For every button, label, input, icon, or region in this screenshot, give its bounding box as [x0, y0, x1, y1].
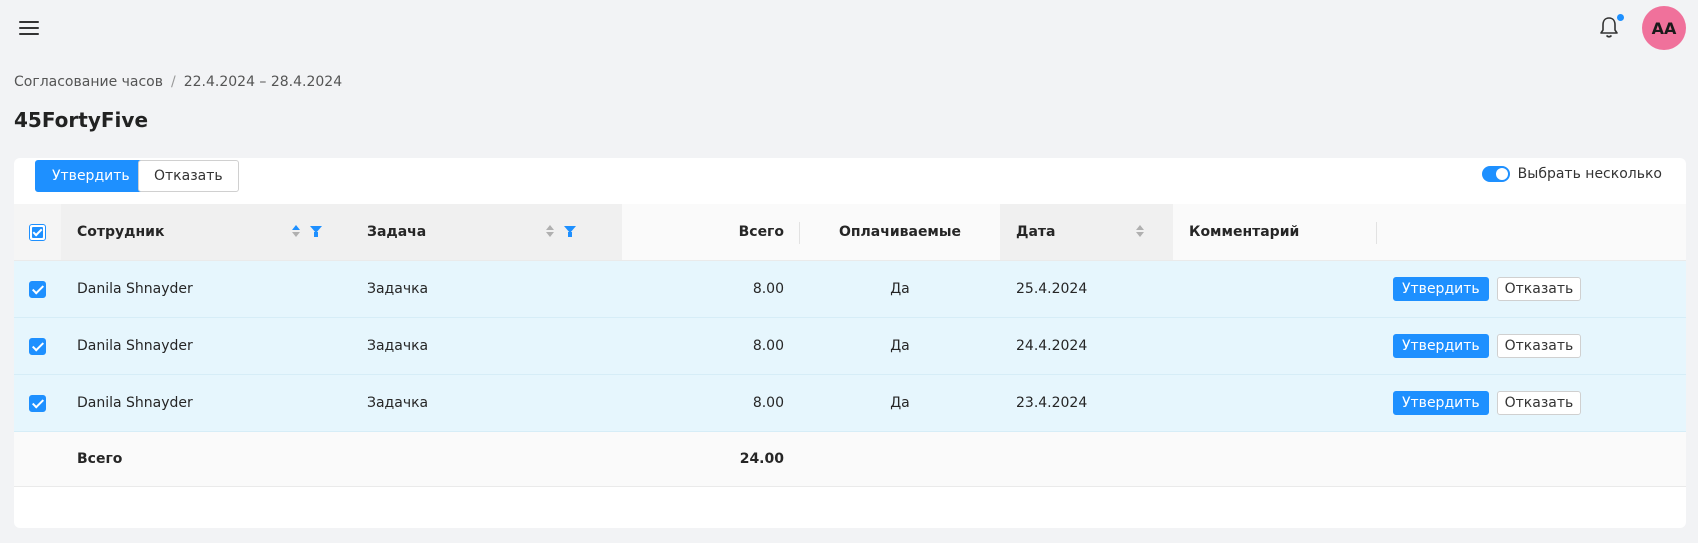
cell-date: 25.4.2024 — [1016, 281, 1088, 297]
table-header-row: Сотрудник Задача Всего Оплачиваемые Дата — [14, 204, 1686, 261]
select-all-checkbox[interactable] — [29, 223, 46, 241]
user-avatar[interactable]: AA — [1642, 6, 1686, 50]
breadcrumb: Согласование часов / 22.4.2024 – 28.4.2024 — [14, 74, 342, 90]
multi-select-toggle[interactable] — [1481, 166, 1510, 182]
cell-employee: Danila Shnayder — [77, 338, 193, 354]
page-title: 45FortyFive — [14, 108, 149, 132]
column-header-billable: Оплачиваемые — [800, 204, 1000, 260]
row-checkbox-cell — [14, 261, 61, 317]
cell-comment — [1173, 261, 1377, 317]
cell-billable: Да — [890, 395, 910, 411]
table-row[interactable]: Danila Shnayder Задачка 8.00 Да 25.4.202… — [14, 261, 1686, 318]
sort-task-icon[interactable] — [545, 225, 555, 239]
hamburger-menu-icon[interactable] — [18, 17, 42, 39]
row-reject-button[interactable]: Отказать — [1496, 277, 1582, 301]
column-header-comment: Комментарий — [1173, 204, 1377, 260]
cell-actions: Утвердить Отказать — [1377, 318, 1686, 374]
multi-select-label: Выбрать несколько — [1517, 166, 1662, 182]
filter-employee-icon[interactable] — [310, 226, 322, 238]
sort-date-icon[interactable] — [1135, 225, 1145, 239]
column-header-date-label: Дата — [1016, 224, 1056, 240]
column-header-employee[interactable]: Сотрудник — [61, 204, 351, 260]
table-row[interactable]: Danila Shnayder Задачка 8.00 Да 24.4.202… — [14, 318, 1686, 375]
cell-billable: Да — [890, 338, 910, 354]
cell-task: Задачка — [367, 338, 429, 354]
row-checkbox[interactable] — [29, 337, 46, 355]
column-header-date[interactable]: Дата — [1000, 204, 1173, 260]
column-header-total: Всего — [622, 204, 800, 260]
sort-employee-icon[interactable] — [291, 225, 301, 239]
column-header-task-label: Задача — [367, 224, 427, 240]
cell-comment — [1173, 318, 1377, 374]
notification-dot — [1617, 14, 1624, 21]
summary-label: Всего — [77, 451, 123, 467]
row-approve-button[interactable]: Утвердить — [1393, 391, 1489, 415]
row-checkbox[interactable] — [29, 394, 46, 412]
cell-employee: Danila Shnayder — [77, 395, 193, 411]
row-approve-button[interactable]: Утвердить — [1393, 277, 1489, 301]
row-approve-button[interactable]: Утвердить — [1393, 334, 1489, 358]
reject-selected-button[interactable]: Отказать — [138, 160, 239, 192]
notification-bell-icon[interactable] — [1598, 14, 1624, 40]
row-checkbox-cell — [14, 375, 61, 431]
table-summary-row: Всего 24.00 — [14, 432, 1686, 487]
breadcrumb-current: 22.4.2024 – 28.4.2024 — [183, 74, 343, 90]
column-header-actions — [1377, 204, 1686, 260]
column-header-employee-label: Сотрудник — [77, 224, 165, 240]
row-reject-button[interactable]: Отказать — [1496, 334, 1582, 358]
header-checkbox-cell — [14, 204, 61, 260]
summary-empty-cell — [14, 432, 61, 486]
breadcrumb-separator: / — [171, 74, 176, 90]
filter-task-icon[interactable] — [564, 226, 576, 238]
approval-card: Утвердить Отказать Выбрать несколько Сот… — [14, 158, 1686, 528]
cell-employee: Danila Shnayder — [77, 281, 193, 297]
cell-date: 24.4.2024 — [1016, 338, 1088, 354]
cell-total: 8.00 — [752, 281, 784, 297]
table-row[interactable]: Danila Shnayder Задачка 8.00 Да 23.4.202… — [14, 375, 1686, 432]
multi-select-toggle-group: Выбрать несколько — [1481, 166, 1662, 182]
summary-total: 24.00 — [739, 451, 784, 467]
breadcrumb-parent-link[interactable]: Согласование часов — [14, 74, 163, 90]
cell-comment — [1173, 375, 1377, 431]
cell-billable: Да — [890, 281, 910, 297]
cell-task: Задачка — [367, 395, 429, 411]
cell-date: 23.4.2024 — [1016, 395, 1088, 411]
top-bar: AA — [0, 0, 1698, 58]
row-checkbox[interactable] — [29, 280, 46, 298]
column-header-task[interactable]: Задача — [351, 204, 622, 260]
cell-total: 8.00 — [752, 338, 784, 354]
cell-total: 8.00 — [752, 395, 784, 411]
approve-selected-button[interactable]: Утвердить — [35, 160, 147, 192]
cell-task: Задачка — [367, 281, 429, 297]
column-header-billable-label: Оплачиваемые — [838, 224, 962, 240]
row-checkbox-cell — [14, 318, 61, 374]
row-reject-button[interactable]: Отказать — [1496, 391, 1582, 415]
hours-table: Сотрудник Задача Всего Оплачиваемые Дата — [14, 204, 1686, 487]
cell-actions: Утвердить Отказать — [1377, 261, 1686, 317]
cell-actions: Утвердить Отказать — [1377, 375, 1686, 431]
column-header-total-label: Всего — [738, 224, 784, 240]
column-header-comment-label: Комментарий — [1189, 224, 1300, 240]
